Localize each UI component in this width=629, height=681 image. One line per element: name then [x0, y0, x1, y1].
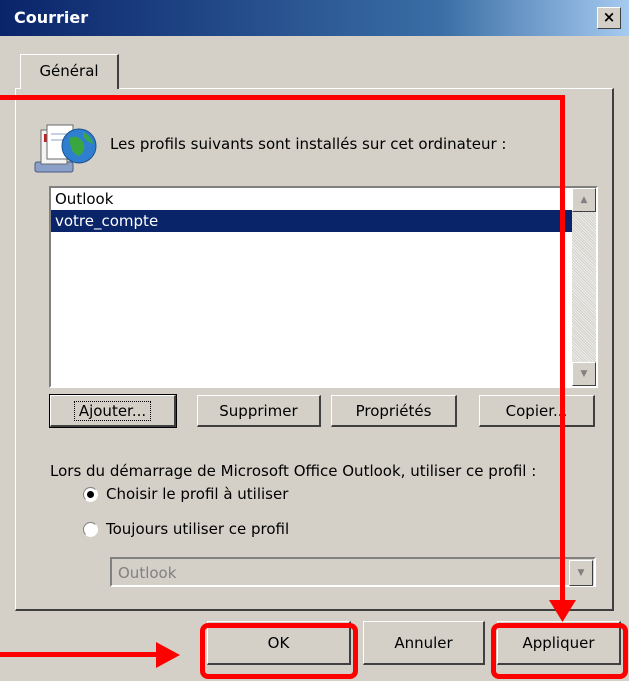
annotation-highlight-ok — [200, 623, 358, 679]
add-profile-button[interactable]: Ajouter... — [49, 394, 177, 428]
tab-general[interactable]: Général — [20, 54, 119, 89]
cancel-button[interactable]: Annuler — [363, 621, 485, 665]
annotation-arrow-icon — [549, 600, 576, 622]
annotation-highlight-apply — [491, 623, 628, 679]
radio-checked-icon[interactable] — [83, 486, 98, 502]
window-title: Courrier — [14, 8, 89, 27]
profiles-info-label: Les profils suivants sont installés sur … — [110, 135, 507, 153]
close-button[interactable]: × — [597, 7, 621, 29]
radio-always-label: Toujours utiliser ce profil — [106, 520, 290, 538]
remove-profile-button[interactable]: Supprimer — [197, 395, 321, 427]
copy-profile-button[interactable]: Copier... — [479, 395, 595, 427]
radio-always-profile[interactable]: Toujours utiliser ce profil — [83, 518, 289, 540]
list-item[interactable]: Outlook — [51, 188, 574, 210]
annotation-line — [560, 95, 565, 605]
annotation-line — [0, 652, 160, 657]
radio-choose-profile[interactable]: Choisir le profil à utiliser — [83, 483, 288, 505]
add-profile-label: Ajouter... — [73, 401, 152, 421]
properties-button[interactable]: Propriétés — [331, 395, 457, 427]
chevron-down-icon: ▼ — [569, 560, 593, 586]
title-bar: Courrier × — [0, 0, 629, 36]
radio-unchecked-icon[interactable] — [83, 521, 98, 537]
annotation-line — [0, 95, 565, 100]
profile-select: Outlook ▼ — [110, 557, 596, 587]
list-item[interactable]: votre_compte — [51, 210, 574, 232]
scroll-up-icon[interactable]: ▲ — [572, 188, 596, 212]
mail-dialog: Général Les profils suivants sont instal… — [0, 36, 629, 681]
startup-label: Lors du démarrage de Microsoft Office Ou… — [50, 462, 537, 480]
profiles-listbox[interactable]: Outlook votre_compte ▲ ▼ — [49, 186, 598, 388]
radio-choose-label: Choisir le profil à utiliser — [106, 485, 289, 503]
profile-select-value: Outlook — [118, 564, 177, 582]
listbox-scrollbar[interactable]: ▲ ▼ — [572, 188, 596, 386]
scroll-down-icon[interactable]: ▼ — [572, 362, 596, 386]
profiles-computer-icon — [34, 124, 97, 173]
annotation-arrow-icon — [156, 642, 180, 668]
